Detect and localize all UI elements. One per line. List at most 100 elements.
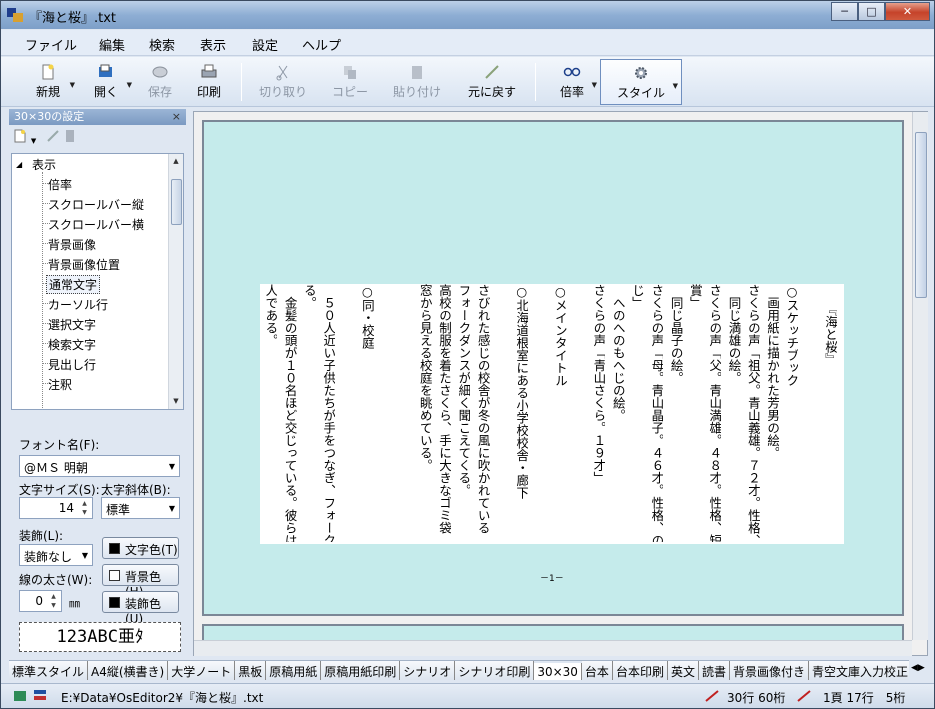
tree-item-bg-image-pos[interactable]: 背景画像位置 <box>48 256 120 273</box>
new-dropdown-icon[interactable]: ▼ <box>70 81 75 89</box>
close-button[interactable]: ✕ <box>885 2 930 21</box>
document-editor[interactable]: 『海と桜』 ○スケッチブック 画用紙に描かれた芳男の絵。 さくらの声「祖父。青山義雄… <box>193 111 928 656</box>
new-button[interactable]: 新規 ▼ <box>31 59 75 105</box>
style-tab[interactable]: シナリオ <box>400 661 456 680</box>
maximize-button[interactable]: □ <box>858 2 885 21</box>
editor-vertical-scrollbar[interactable] <box>912 112 928 640</box>
menu-view[interactable]: 表示 <box>200 35 226 54</box>
tree-scroll-thumb[interactable] <box>171 179 182 225</box>
tree-item-annotation[interactable]: 注釈 <box>48 376 72 393</box>
bg-color-button[interactable]: 背景色(H) <box>102 564 179 599</box>
decoration-select[interactable]: 装飾なし ▼ <box>19 544 93 566</box>
copy-button[interactable]: コピー <box>330 59 370 105</box>
tree-scrollbar[interactable]: ▲ ▼ <box>168 154 183 409</box>
text-column: じ」 <box>630 284 644 309</box>
save-button[interactable]: 保存 <box>145 59 175 105</box>
tree-item-selected-text[interactable]: 選択文字 <box>48 316 96 333</box>
cursor-position: 1頁 17行 5桁 <box>823 691 906 705</box>
manuscript-text-area[interactable]: 『海と桜』 ○スケッチブック 画用紙に描かれた芳男の絵。 さくらの声「祖父。青山義雄… <box>260 284 844 544</box>
font-select[interactable]: @ＭＳ 明朝 ▼ <box>19 455 180 477</box>
menu-search[interactable]: 検索 <box>149 35 175 54</box>
style-tab[interactable]: A4縦(横書き) <box>88 661 169 680</box>
grid-icon <box>705 690 719 702</box>
deco-color-button[interactable]: 装飾色(U) <box>102 591 179 626</box>
scroll-down-icon[interactable]: ▼ <box>169 394 183 409</box>
style-settings-panel: 30×30の設定 × ▼ ◢ 表示 倍率 スクロールバー縦 スクロールバー横 背… <box>9 109 186 656</box>
text-column: 金髪の頭が１０名ほど交じっている。彼らは <box>282 284 297 543</box>
print-button[interactable]: 印刷 <box>194 59 224 105</box>
style-tab[interactable]: 背景画像付き <box>729 661 809 680</box>
stepper-arrows-icon[interactable]: ▲ ▼ <box>78 499 91 517</box>
tree-item-bg-image[interactable]: 背景画像 <box>48 236 96 253</box>
text-column: 『海と桜』 <box>823 284 837 366</box>
menu-settings[interactable]: 設定 <box>252 35 278 54</box>
text-column: へのへのもへじの絵。 <box>610 284 625 422</box>
text-column: 同じ晶子の絵。 <box>668 284 683 385</box>
printer-icon <box>201 64 217 78</box>
font-size-stepper[interactable]: 14 ▲ ▼ <box>19 497 93 519</box>
tree-root-view[interactable]: 表示 <box>32 156 56 173</box>
new-style-dropdown-icon[interactable]: ▼ <box>31 137 36 145</box>
delete-style-icon[interactable] <box>64 129 76 143</box>
rename-style-icon[interactable] <box>46 129 60 143</box>
style-tab[interactable]: シナリオ印刷 <box>455 661 535 680</box>
scissors-icon <box>276 65 288 81</box>
style-tab[interactable]: 英文 <box>667 661 699 680</box>
new-style-icon[interactable] <box>13 129 27 143</box>
style-tab[interactable]: 青空文庫入力校正 <box>809 661 909 680</box>
menu-bar: ファイル 編集 検索 表示 設定 ヘルプ <box>1 30 934 56</box>
open-dropdown-icon[interactable]: ▼ <box>127 81 132 89</box>
tree-item-zoom[interactable]: 倍率 <box>48 176 72 193</box>
style-tab[interactable]: 大学ノート <box>168 661 236 680</box>
style-tab[interactable]: 台本印刷 <box>612 661 668 680</box>
app-icon <box>7 8 23 22</box>
tree-item-normal-text[interactable]: 通常文字 <box>46 275 101 294</box>
tree-item-search-text[interactable]: 検索文字 <box>48 336 96 353</box>
paste-button[interactable]: 貼り付け <box>392 59 442 105</box>
tab-scroll-icon[interactable]: ◀▶ <box>911 663 925 673</box>
collapse-icon[interactable]: ◢ <box>16 160 22 169</box>
decoration-label: 装飾(L): <box>19 529 64 543</box>
menu-edit[interactable]: 編集 <box>99 35 125 54</box>
text-column <box>804 284 818 542</box>
stepper-arrows-icon[interactable]: ▲ ▼ <box>47 592 60 610</box>
minimize-button[interactable]: ─ <box>831 2 858 21</box>
text-column: 窓から見える校庭を眺めている。 <box>417 284 432 472</box>
editor-horizontal-scrollbar[interactable] <box>194 640 912 656</box>
paste-icon <box>412 66 422 79</box>
style-tab[interactable]: 原稿用紙印刷 <box>321 661 401 680</box>
copy-icon <box>344 66 356 79</box>
menu-help[interactable]: ヘルプ <box>302 35 341 54</box>
style-tab[interactable]: 標準スタイル <box>9 661 89 680</box>
menu-file[interactable]: ファイル <box>25 35 77 54</box>
encoding-icon <box>34 690 46 700</box>
zoom-dropdown-icon[interactable]: ▼ <box>592 81 597 89</box>
style-tab[interactable]: 黒板 <box>235 661 267 680</box>
zoom-button[interactable]: 倍率 ▼ <box>557 59 597 105</box>
text-column: 同じ満雄の絵。 <box>726 284 741 385</box>
undo-button[interactable]: 元に戻す <box>466 59 518 105</box>
cut-button[interactable]: 切り取り <box>257 59 309 105</box>
line-width-stepper[interactable]: 0 ▲ ▼ <box>19 590 62 612</box>
tree-item-vscroll[interactable]: スクロールバー縦 <box>48 196 144 213</box>
scroll-up-icon[interactable]: ▲ <box>169 154 183 169</box>
tree-item-cursor-line[interactable]: カーソル行 <box>48 296 108 313</box>
style-tab[interactable]: 原稿用紙 <box>266 661 322 680</box>
style-button[interactable]: スタイル ▼ <box>600 59 682 105</box>
style-tab[interactable]: 台本 <box>581 661 613 680</box>
text-color-button[interactable]: 文字色(T) <box>102 537 179 559</box>
open-file-icon <box>99 64 112 77</box>
open-button[interactable]: 開く ▼ <box>90 59 132 105</box>
tree-item-heading-line[interactable]: 見出し行 <box>48 356 96 373</box>
style-dropdown-icon[interactable]: ▼ <box>673 82 678 90</box>
style-tab[interactable]: 30×30 <box>534 663 582 680</box>
text-column: 高校の制服を着たさくら、手に大きなゴミ袋 <box>437 284 451 534</box>
panel-close-icon[interactable]: × <box>172 109 181 125</box>
tree-item-hscroll[interactable]: スクロールバー横 <box>48 216 144 233</box>
editor-scroll-thumb[interactable] <box>915 132 927 298</box>
bold-italic-select[interactable]: 標準 ▼ <box>101 497 180 519</box>
text-column: ○北海道根室にある小学校校舎・廊下 <box>514 284 529 499</box>
style-tab[interactable]: 読書 <box>698 661 730 680</box>
size-label: 文字サイズ(S): <box>19 483 100 497</box>
title-bar[interactable]: 『海と桜』.txt ─ □ ✕ <box>1 1 934 29</box>
